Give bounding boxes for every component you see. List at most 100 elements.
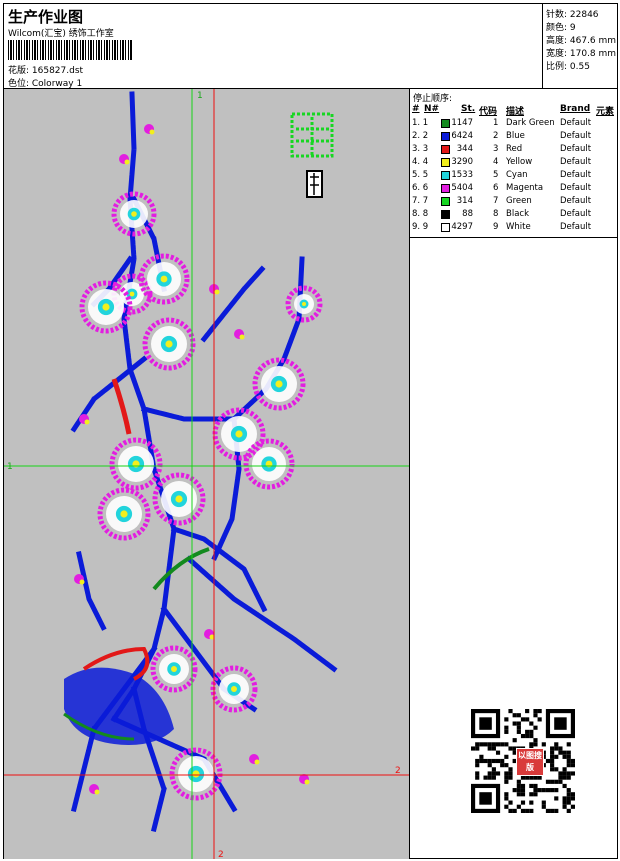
qr-module xyxy=(554,742,559,747)
stop-index: 1. 1 xyxy=(412,118,429,128)
company-name: Wilcom(汇宝) 绣饰工作室 xyxy=(8,29,114,39)
color-swatch xyxy=(441,197,450,206)
qr-module xyxy=(512,808,517,813)
color-swatch xyxy=(441,210,450,219)
qr-module xyxy=(495,742,501,747)
qr-module xyxy=(570,758,575,764)
color-swatch xyxy=(441,171,450,180)
qr-module xyxy=(475,742,480,747)
qr-module xyxy=(516,729,521,734)
qr-module xyxy=(554,808,559,813)
branch-stitch xyxy=(170,525,268,613)
qr-module xyxy=(479,758,484,764)
stop-desc: Red xyxy=(506,144,523,154)
qr-module xyxy=(566,750,571,755)
qr-module xyxy=(520,800,526,805)
stop-index: 7. 7 xyxy=(412,196,429,206)
qr-module xyxy=(529,783,534,789)
qr-module xyxy=(495,750,501,755)
qr-module xyxy=(520,792,526,797)
stop-code: 4 xyxy=(493,157,499,167)
stop-index: 8. 8 xyxy=(412,209,429,219)
col-desc: 描述 xyxy=(506,107,525,117)
qr-module xyxy=(562,804,567,809)
qr-module xyxy=(566,808,571,813)
qr-module xyxy=(566,788,571,793)
qr-module xyxy=(504,779,509,784)
qr-module xyxy=(504,775,509,780)
embroidery-artwork: 1 1 2 2 xyxy=(4,89,409,859)
qr-module xyxy=(566,800,571,805)
qr-module xyxy=(508,771,513,776)
stop-code: 8 xyxy=(493,209,499,219)
branch-red-outline xyxy=(111,378,132,435)
bud-tip xyxy=(84,419,90,425)
stop-brand: Default xyxy=(560,222,592,232)
qr-seal-stamp: 以图搜版 xyxy=(516,748,544,776)
col-element: 元素 xyxy=(596,107,615,117)
qr-module xyxy=(537,717,542,722)
stop-row: 1. 1 1147 1 Dark Green Default xyxy=(410,118,618,131)
qr-module xyxy=(525,775,530,780)
panel-divider xyxy=(410,237,618,238)
qr-module xyxy=(491,775,496,780)
barcode xyxy=(8,40,132,60)
color-swatch xyxy=(441,132,450,141)
qr-module xyxy=(545,779,551,784)
qr-module xyxy=(516,783,521,789)
bud-tip xyxy=(79,579,85,585)
qr-module xyxy=(533,792,538,797)
qr-finder-center xyxy=(479,717,492,730)
qr-module xyxy=(475,763,480,768)
color-count: 颜色: 9 xyxy=(546,23,576,33)
blossom-stamen xyxy=(165,340,173,348)
qr-module xyxy=(541,788,546,793)
blossom-stamen xyxy=(131,211,137,217)
qr-module xyxy=(554,754,559,759)
stop-stitches: 314 xyxy=(456,196,473,206)
qr-module xyxy=(504,725,509,730)
qr-module xyxy=(533,725,538,730)
blossom-stamen xyxy=(175,495,183,503)
qr-module xyxy=(475,758,480,764)
qr-module xyxy=(566,754,571,759)
qr-module xyxy=(562,783,567,789)
work-sheet: 生产作业图 Wilcom(汇宝) 绣饰工作室 花版: 165827.dst 色位… xyxy=(3,3,618,859)
page-title: 生产作业图 xyxy=(8,8,84,26)
qr-finder-center xyxy=(554,717,567,730)
blossom-stamen xyxy=(160,275,168,283)
qr-module xyxy=(529,792,534,797)
qr-module xyxy=(558,750,563,755)
bud-tip xyxy=(254,759,260,765)
qr-module xyxy=(537,788,542,793)
stop-brand: Default xyxy=(560,131,592,141)
blossom-stamen xyxy=(231,686,237,692)
stop-brand: Default xyxy=(560,183,592,193)
stop-code: 3 xyxy=(493,144,499,154)
qr-module xyxy=(504,771,509,776)
qr-module xyxy=(508,800,513,805)
qr-module xyxy=(512,713,517,718)
qr-module xyxy=(566,775,571,780)
stats-box: 针数: 22846 颜色: 9 高度: 467.6 mm 宽度: 170.8 m… xyxy=(542,4,619,88)
qr-module xyxy=(504,804,509,809)
qr-module xyxy=(541,742,546,747)
qr-module xyxy=(562,754,567,759)
qr-module xyxy=(504,792,509,797)
qr-module xyxy=(566,758,571,764)
qr-module xyxy=(529,775,534,780)
qr-module xyxy=(504,742,509,747)
qr-module xyxy=(529,808,534,813)
bud-tip xyxy=(124,159,130,165)
qr-module xyxy=(495,771,501,776)
qr-module xyxy=(566,742,571,747)
qr-module xyxy=(554,796,559,801)
design-width: 宽度: 170.8 mm xyxy=(546,49,617,59)
stop-brand: Default xyxy=(560,196,592,206)
stop-index: 2. 2 xyxy=(412,131,429,141)
blossom-stamen xyxy=(171,666,177,672)
color-swatch xyxy=(441,119,450,128)
qr-module xyxy=(550,754,555,759)
stop-desc: Magenta xyxy=(506,183,544,193)
stop-stitches: 3290 xyxy=(451,157,473,167)
